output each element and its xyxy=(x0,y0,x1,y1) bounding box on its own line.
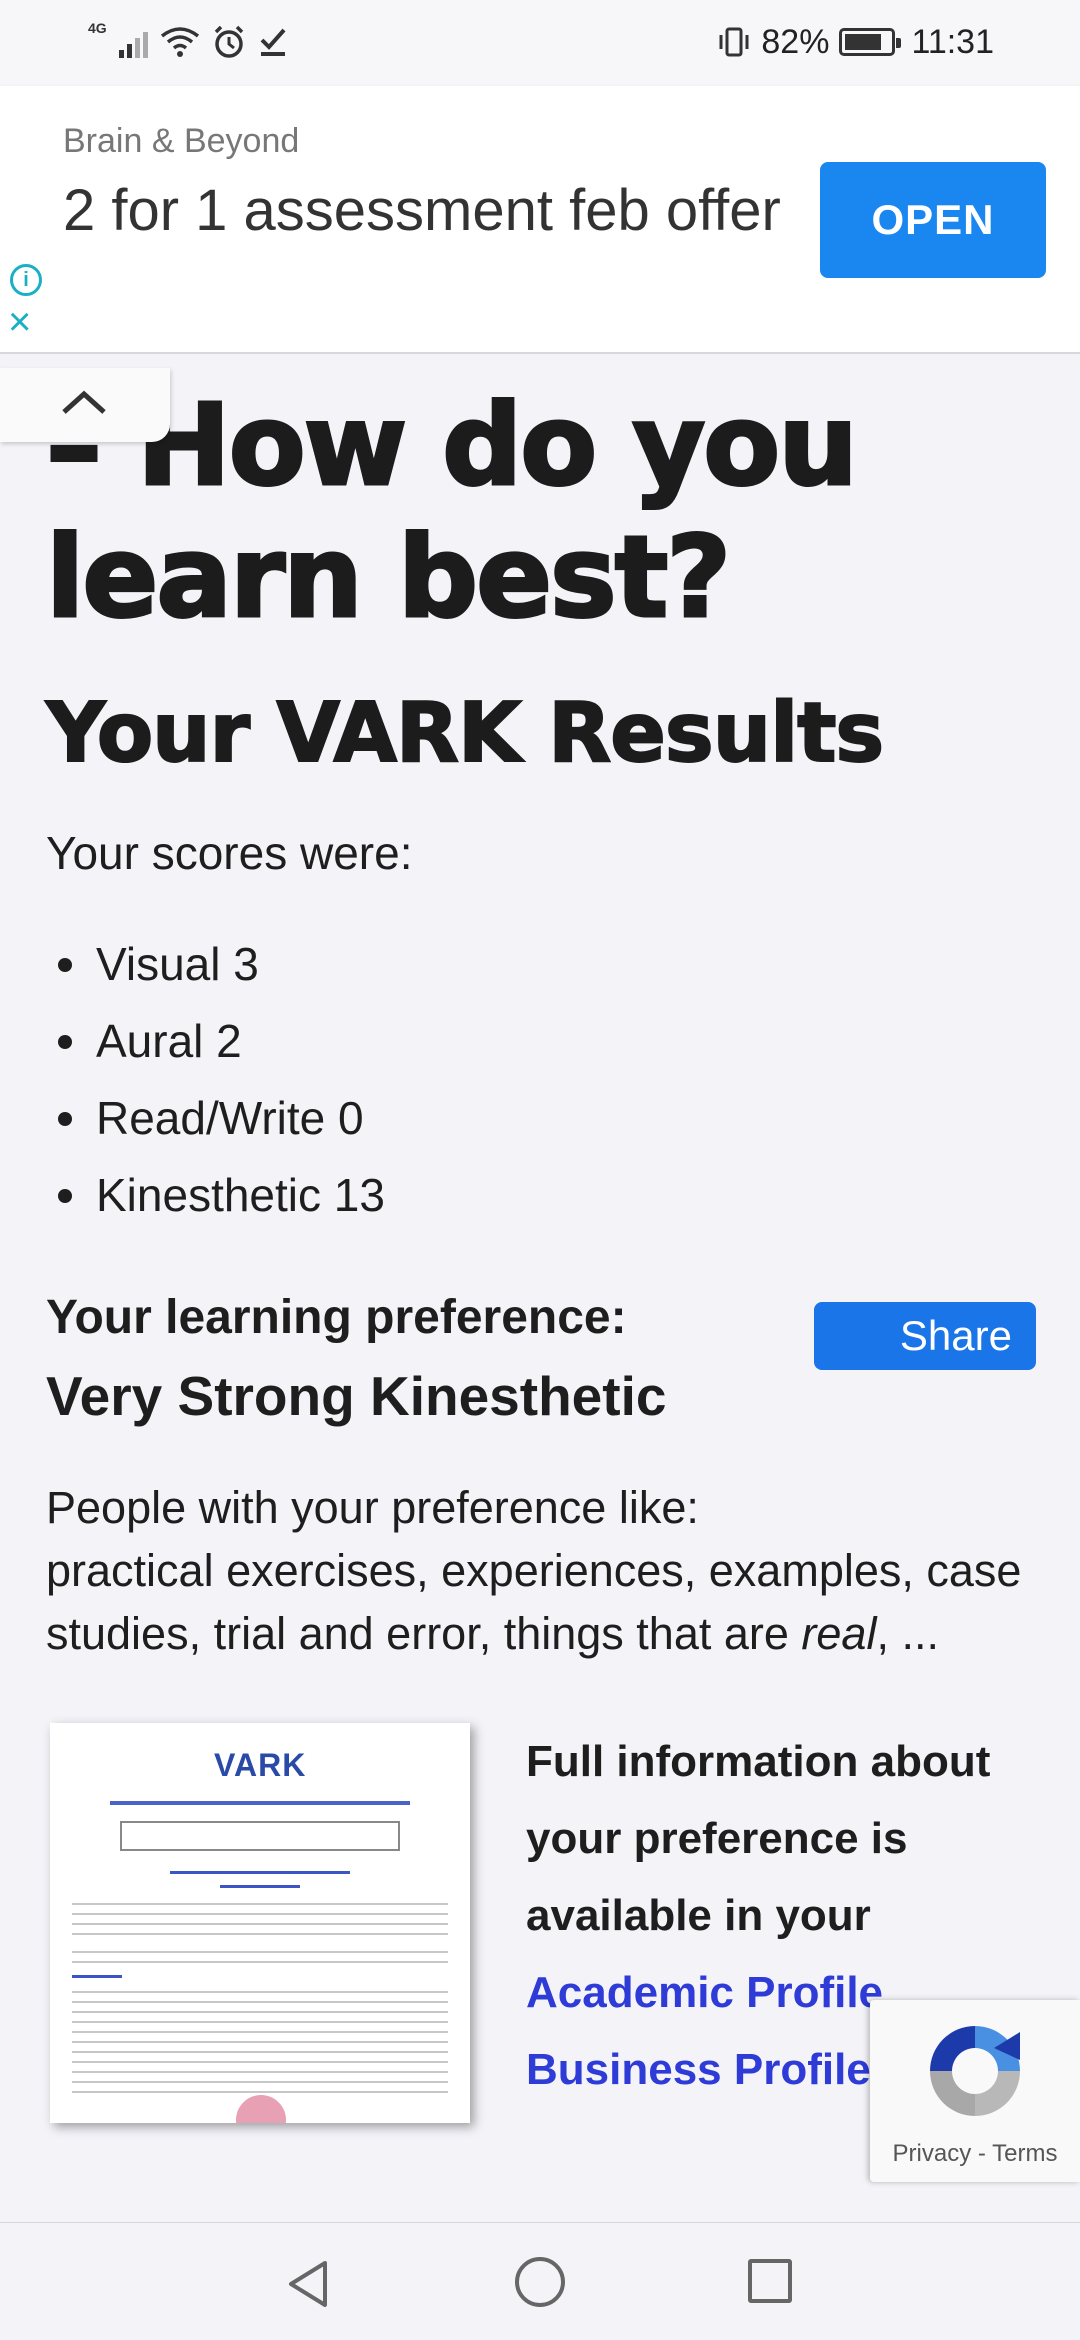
vark-logo: VARK xyxy=(214,1747,307,1783)
page-title: – How do you learn best? xyxy=(45,380,860,645)
doc-text-line xyxy=(72,2021,448,2023)
results-heading: Your VARK Results xyxy=(45,685,885,782)
recaptcha-separator: - xyxy=(971,2140,993,2167)
doc-text-line xyxy=(72,1991,448,1993)
doc-text-line xyxy=(72,2071,448,2073)
vibrate-icon xyxy=(719,27,749,57)
scores-label: Your scores were: xyxy=(46,827,413,879)
status-left: 4G xyxy=(88,20,288,64)
back-icon[interactable] xyxy=(285,2259,331,2309)
doc-text-line xyxy=(72,2011,448,2013)
doc-heading-line xyxy=(110,1801,410,1805)
wifi-icon xyxy=(160,27,199,57)
recaptcha-badge[interactable]: Privacy - Terms xyxy=(870,2000,1080,2182)
main-content: – How do you learn best? Your VARK Resul… xyxy=(45,380,1036,2123)
chevron-up-icon xyxy=(62,390,106,414)
doc-subheading-2 xyxy=(220,1885,300,1888)
status-right: 82% 11:31 xyxy=(717,20,994,64)
doc-text-line xyxy=(72,2001,448,2003)
doc-subheading xyxy=(170,1871,350,1874)
doc-text-line xyxy=(72,2081,448,2083)
preference-description: People with your preference like: practi… xyxy=(46,1476,1036,1665)
ad-advertiser: Brain & Beyond xyxy=(63,122,300,160)
doc-text-line xyxy=(72,1951,448,1953)
recaptcha-privacy-link[interactable]: Privacy xyxy=(893,2140,972,2167)
network-type: 4G xyxy=(88,20,107,36)
doc-text-line xyxy=(72,1923,448,1925)
ad-banner[interactable]: Brain & Beyond 2 for 1 assessment feb of… xyxy=(0,86,1080,354)
preference-block: Your learning preference: Very Strong Ki… xyxy=(46,1280,1036,1440)
ad-open-button[interactable]: OPEN xyxy=(820,162,1046,278)
full-info-text: Full information about your preference i… xyxy=(526,1737,991,1940)
doc-badge xyxy=(236,2095,286,2123)
check-icon xyxy=(260,28,286,56)
home-icon[interactable] xyxy=(515,2257,565,2307)
academic-profile-link[interactable]: Academic Profile xyxy=(526,1968,883,2017)
doc-text-line xyxy=(72,1913,448,1915)
doc-text-line xyxy=(72,2061,448,2063)
recaptcha-terms-link[interactable]: Terms xyxy=(992,2140,1057,2167)
doc-text-line xyxy=(72,1903,448,1905)
collapse-ad-button[interactable] xyxy=(0,368,170,442)
doc-text-line xyxy=(72,2051,448,2053)
recaptcha-links: Privacy - Terms xyxy=(870,2140,1080,2168)
doc-text-line xyxy=(72,1933,448,1935)
scores-list: Visual 3 Aural 2 Read/Write 0 Kinestheti… xyxy=(46,926,1036,1234)
score-aural: Aural 2 xyxy=(46,1003,1036,1080)
alarm-icon xyxy=(214,25,243,58)
status-bar: 4G 82% 11:31 xyxy=(0,0,1080,84)
business-profile-link[interactable]: Business Profile xyxy=(526,2045,871,2094)
ad-info-icon[interactable]: i xyxy=(10,264,42,296)
score-visual: Visual 3 xyxy=(46,926,1036,1003)
people-tail: , ... xyxy=(876,1608,939,1659)
score-kinesthetic: Kinesthetic 13 xyxy=(46,1157,1036,1234)
navigation-bar xyxy=(0,2222,1080,2340)
doc-text-line xyxy=(72,2091,448,2093)
ad-close-icon[interactable]: × xyxy=(8,302,31,342)
doc-type-label xyxy=(72,1975,122,1978)
doc-text-line xyxy=(72,2041,448,2043)
people-list: practical exercises, experiences, exampl… xyxy=(46,1539,1036,1665)
score-read-write: Read/Write 0 xyxy=(46,1080,1036,1157)
people-intro: People with your preference like: xyxy=(46,1482,699,1533)
doc-text-line xyxy=(72,1961,448,1963)
battery-icon xyxy=(839,28,902,56)
people-real: real xyxy=(801,1608,877,1659)
recent-apps-icon[interactable] xyxy=(748,2259,792,2303)
recaptcha-icon xyxy=(930,2026,1020,2116)
ad-headline[interactable]: 2 for 1 assessment feb offer xyxy=(63,174,783,248)
doc-table xyxy=(120,1821,400,1851)
profile-thumbnail[interactable]: VARK xyxy=(50,1723,470,2123)
doc-text-line xyxy=(72,2031,448,2033)
battery-percent: 82% xyxy=(761,22,830,61)
signal-icon xyxy=(118,26,148,58)
clock: 11:31 xyxy=(911,22,994,61)
share-button[interactable]: Share xyxy=(814,1302,1036,1370)
